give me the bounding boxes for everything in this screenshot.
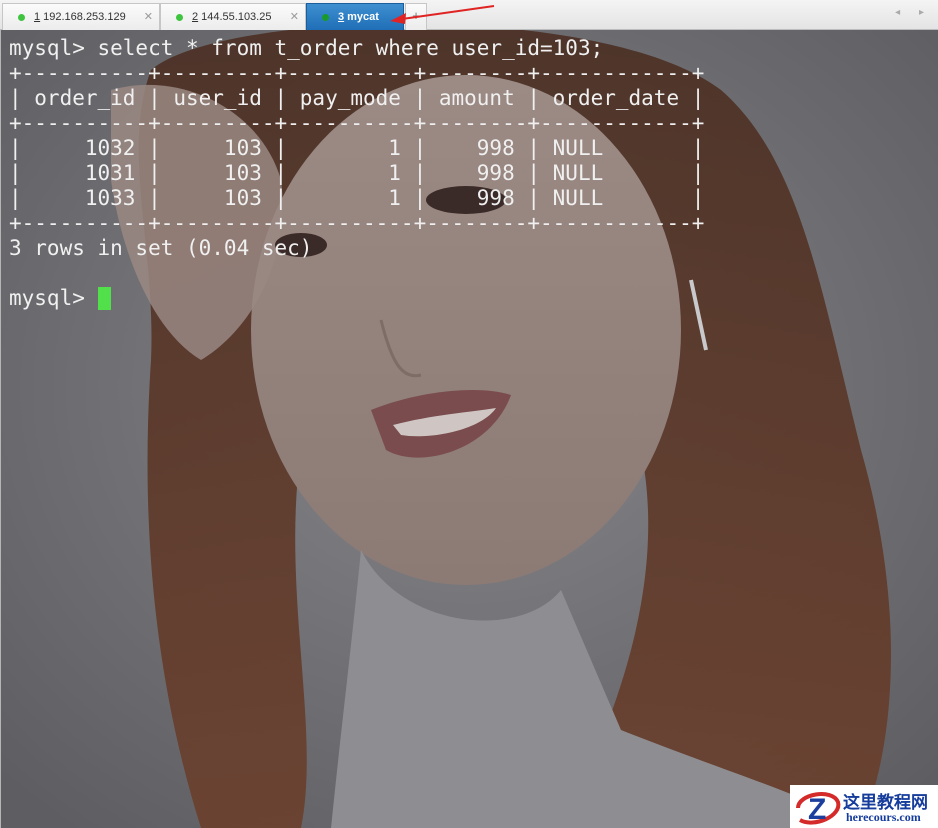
session-tab-bar: 1 192.168.253.129 ✕ 2 144.55.103.25 ✕ 3 … [0,0,938,30]
terminal-pane[interactable]: mysql> select * from t_order where user_… [0,30,938,828]
terminal-line-query: mysql> select * from t_order where user_… [9,36,604,60]
tab-session-2[interactable]: 2 144.55.103.25 ✕ [160,3,306,30]
connected-status-icon [18,13,25,21]
svg-text:Z: Z [808,793,826,826]
table-row: | 1032 | 103 | 1 | 998 | NULL | [9,136,705,160]
logo-domain-text: herecours.com [846,810,921,824]
tab-session-1[interactable]: 1 192.168.253.129 ✕ [2,3,160,30]
text-cursor [97,287,111,310]
tab-number: 2 [192,11,199,23]
close-icon[interactable]: ✕ [290,10,299,23]
table-border-line: +----------+---------+----------+-------… [9,111,705,135]
tab-number: 3 [338,11,345,23]
prompt-line[interactable]: mysql> [9,286,704,311]
mysql-prompt: mysql> [9,286,85,310]
table-row: | 1031 | 103 | 1 | 998 | NULL | [9,161,705,185]
close-icon[interactable]: ✕ [144,10,153,23]
red-arrow-annotation-icon [390,5,495,24]
connected-status-icon [176,13,183,21]
tab-number: 1 [34,11,41,23]
tab-label: 192.168.253.129 [43,11,126,23]
tab-label: 144.55.103.25 [201,11,272,23]
table-border-line: +----------+---------+----------+-------… [9,211,705,235]
tab-scroll-icons[interactable]: ◂ ▸ [895,7,932,18]
result-summary-line: 3 rows in set (0.04 sec) [9,236,313,260]
watermark-logo: Z 这里教程网 herecours.com [790,785,938,828]
table-row: | 1033 | 103 | 1 | 998 | NULL | [9,186,705,210]
table-border-line: +----------+---------+----------+-------… [9,61,705,85]
tab-label: mycat [347,11,379,23]
terminal-output: mysql> select * from t_order where user_… [9,36,704,311]
connected-status-icon [322,13,329,21]
table-header-line: | order_id | user_id | pay_mode | amount… [9,86,705,110]
terminal-app-window: 1 192.168.253.129 ✕ 2 144.55.103.25 ✕ 3 … [0,0,938,828]
z-logo-icon: Z [796,792,841,826]
